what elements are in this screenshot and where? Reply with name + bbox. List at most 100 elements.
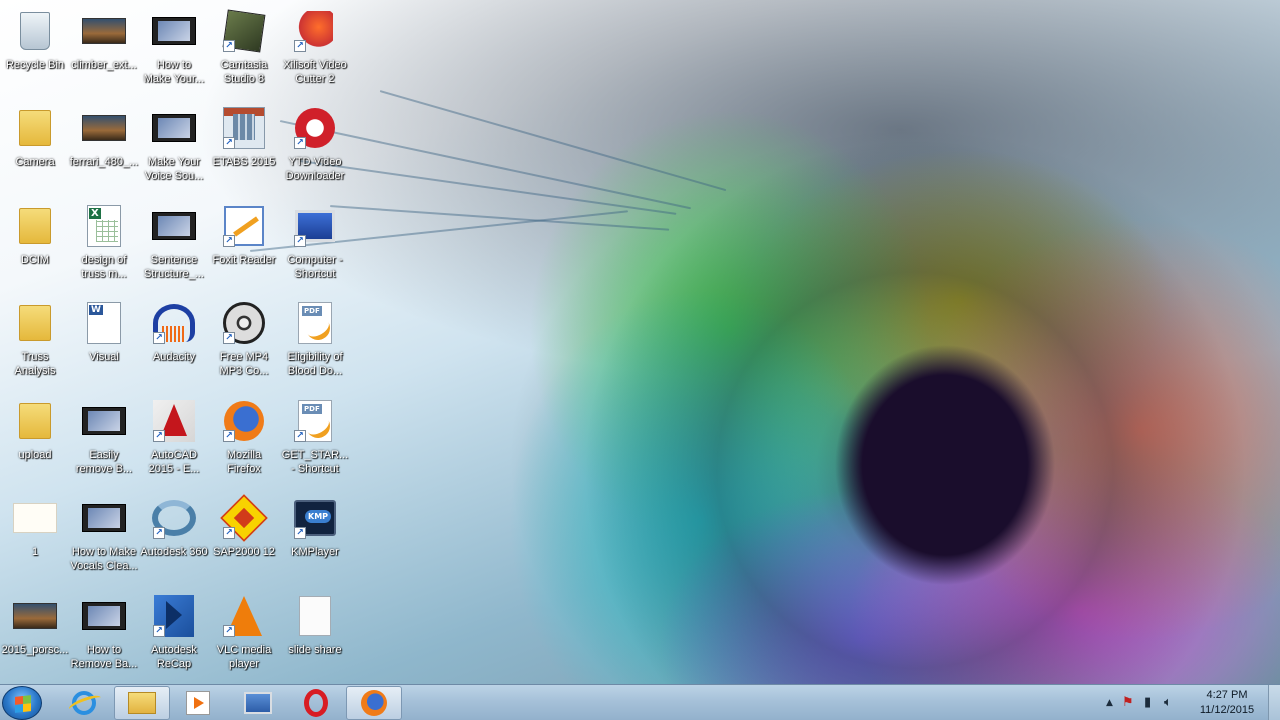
desktop-icon[interactable]: ferrari_480_...: [70, 101, 138, 193]
volume-icon[interactable]: 🔈︎: [1164, 695, 1172, 711]
taskbar-media-player[interactable]: [170, 686, 226, 720]
show-desktop-button[interactable]: [1268, 685, 1280, 720]
desktop-icon[interactable]: climber_ext...: [70, 4, 138, 96]
desktop-icon[interactable]: Sentence Structure_...: [140, 199, 208, 291]
shortcut-arrow-icon: ↗: [223, 40, 235, 52]
desktop-icon[interactable]: ↗ VLC media player: [210, 589, 278, 681]
folder-icon: [12, 105, 58, 151]
shortcut-arrow-icon: ↗: [294, 137, 306, 149]
desktop-icon[interactable]: 1: [1, 491, 69, 583]
etabs-icon: ↗: [221, 105, 267, 151]
video-file-icon: [151, 8, 197, 54]
action-center-icon[interactable]: ⚑: [1122, 695, 1134, 711]
desktop-icon[interactable]: ↗ YTD Video Downloader: [281, 101, 349, 193]
ytd-icon: ↗: [292, 105, 338, 151]
desktop-icon[interactable]: slide share: [281, 589, 349, 681]
taskbar-firefox[interactable]: [346, 686, 402, 720]
video-file-icon: [81, 495, 127, 541]
desktop-icon[interactable]: ↗ AutoCAD 2015 - E...: [140, 394, 208, 486]
system-clock[interactable]: 4:27 PM 11/12/2015: [1192, 688, 1262, 718]
windows-media-player-icon: [186, 691, 210, 715]
taskbar-internet-explorer[interactable]: [56, 686, 112, 720]
desktop-icon-label: 1: [31, 546, 39, 558]
wallpaper-decoration: [379, 90, 727, 192]
desktop-icon-label: How to Make Vocals Clea...: [70, 546, 138, 572]
desktop-icon-label: slide share: [288, 644, 342, 656]
word-file-icon: [81, 300, 127, 346]
desktop-icon[interactable]: 2015_porsc...: [1, 589, 69, 681]
computer-icon: ↗: [292, 203, 338, 249]
desktop-icon[interactable]: ↗ Camtasia Studio 8: [210, 4, 278, 96]
desktop-icon[interactable]: Visual: [70, 296, 138, 388]
taskbar-opera[interactable]: [288, 686, 344, 720]
recap-icon: ↗: [151, 593, 197, 639]
taskbar-windows-explorer[interactable]: [114, 686, 170, 720]
autocad-icon: ↗: [151, 398, 197, 444]
firefox-icon: [361, 690, 387, 716]
desktop-icon[interactable]: ↗ Xilisoft Video Cutter 2: [281, 4, 349, 96]
audacity-icon: ↗: [151, 300, 197, 346]
desktop-icon-label: upload: [18, 449, 52, 461]
show-hidden-icons-icon[interactable]: ▲: [1106, 695, 1113, 711]
camtasia-icon: ↗: [221, 8, 267, 54]
desktop-icon[interactable]: Recycle Bin: [1, 4, 69, 96]
desktop-icon-label: How to Remove Ba...: [70, 644, 138, 670]
desktop-icon-label: SAP2000 12: [213, 546, 275, 558]
desktop-icon[interactable]: Truss Analysis: [1, 296, 69, 388]
shortcut-arrow-icon: ↗: [153, 332, 165, 344]
desktop-icon[interactable]: ↗ Mozilla Firefox: [210, 394, 278, 486]
desktop-icon-label: Sentence Structure_...: [144, 254, 204, 280]
desktop-icon-label: Truss Analysis: [14, 351, 56, 377]
desktop-icon[interactable]: design of truss m...: [70, 199, 138, 291]
shortcut-arrow-icon: ↗: [223, 527, 235, 539]
clock-date: 11/12/2015: [1199, 704, 1255, 716]
desktop-icon[interactable]: upload: [1, 394, 69, 486]
shortcut-arrow-icon: ↗: [294, 527, 306, 539]
desktop-icon-label: How to Make Your...: [143, 59, 205, 85]
desktop-icon[interactable]: Camera: [1, 101, 69, 193]
desktop-icon[interactable]: ↗ Autodesk 360: [140, 491, 208, 583]
desktop-icon[interactable]: Easily remove B...: [70, 394, 138, 486]
desktop-icon[interactable]: ↗ Foxit Reader: [210, 199, 278, 291]
pdf-file-icon: PDF ↗: [292, 398, 338, 444]
desktop-icon[interactable]: PDF Eligibility of Blood Do...: [281, 296, 349, 388]
desktop-icon-label: ferrari_480_...: [69, 156, 139, 168]
desktop-icon[interactable]: ↗ KMPlayer: [281, 491, 349, 583]
desktop-icon-label: Recycle Bin: [5, 59, 65, 71]
desktop-icon-label: YTD Video Downloader: [285, 156, 345, 182]
desktop-icon[interactable]: ↗ ETABS 2015: [210, 101, 278, 193]
desktop-icon-label: Computer - Shortcut: [287, 254, 343, 280]
shortcut-arrow-icon: ↗: [223, 430, 235, 442]
shortcut-arrow-icon: ↗: [223, 332, 235, 344]
desktop-icon[interactable]: How to Make Your...: [140, 4, 208, 96]
video-file-icon: [81, 398, 127, 444]
desktop-icon-label: Autodesk 360: [140, 546, 208, 558]
desktop-icon[interactable]: ↗ Autodesk ReCap: [140, 589, 208, 681]
desktop-icon[interactable]: DCIM: [1, 199, 69, 291]
taskbar-network-app[interactable]: [230, 686, 286, 720]
shortcut-arrow-icon: ↗: [223, 235, 235, 247]
desktop-icon[interactable]: ↗ Audacity: [140, 296, 208, 388]
image-thumbnail-icon: [81, 8, 127, 54]
desktop-icon[interactable]: ↗ Computer - Shortcut: [281, 199, 349, 291]
desktop-icon[interactable]: ↗ SAP2000 12: [210, 491, 278, 583]
recycle-bin-icon: [12, 8, 58, 54]
desktop-icon[interactable]: How to Remove Ba...: [70, 589, 138, 681]
kmplayer-icon: ↗: [292, 495, 338, 541]
image-thumbnail-icon: [81, 105, 127, 151]
vlc-icon: ↗: [221, 593, 267, 639]
desktop-wallpaper[interactable]: Recycle Bin climber_ext... How to Make You…: [0, 0, 1280, 684]
desktop-icon-label: Free MP4 MP3 Co...: [219, 351, 269, 377]
desktop-icon[interactable]: How to Make Vocals Clea...: [70, 491, 138, 583]
desktop-icon-label: ETABS 2015: [212, 156, 276, 168]
desktop-icon[interactable]: PDF ↗ GET_STAR... - Shortcut: [281, 394, 349, 486]
desktop-icon[interactable]: Make Your Voice Sou...: [140, 101, 208, 193]
start-button[interactable]: [2, 686, 42, 720]
desktop-icon-label: VLC media player: [216, 644, 272, 670]
folder-icon: [12, 398, 58, 444]
desktop-icon[interactable]: ↗ Free MP4 MP3 Co...: [210, 296, 278, 388]
desktop-icon-label: Visual: [89, 351, 119, 363]
folder-icon: [12, 300, 58, 346]
film-reel-icon: ↗: [221, 300, 267, 346]
power-icon[interactable]: ▮: [1144, 695, 1151, 711]
